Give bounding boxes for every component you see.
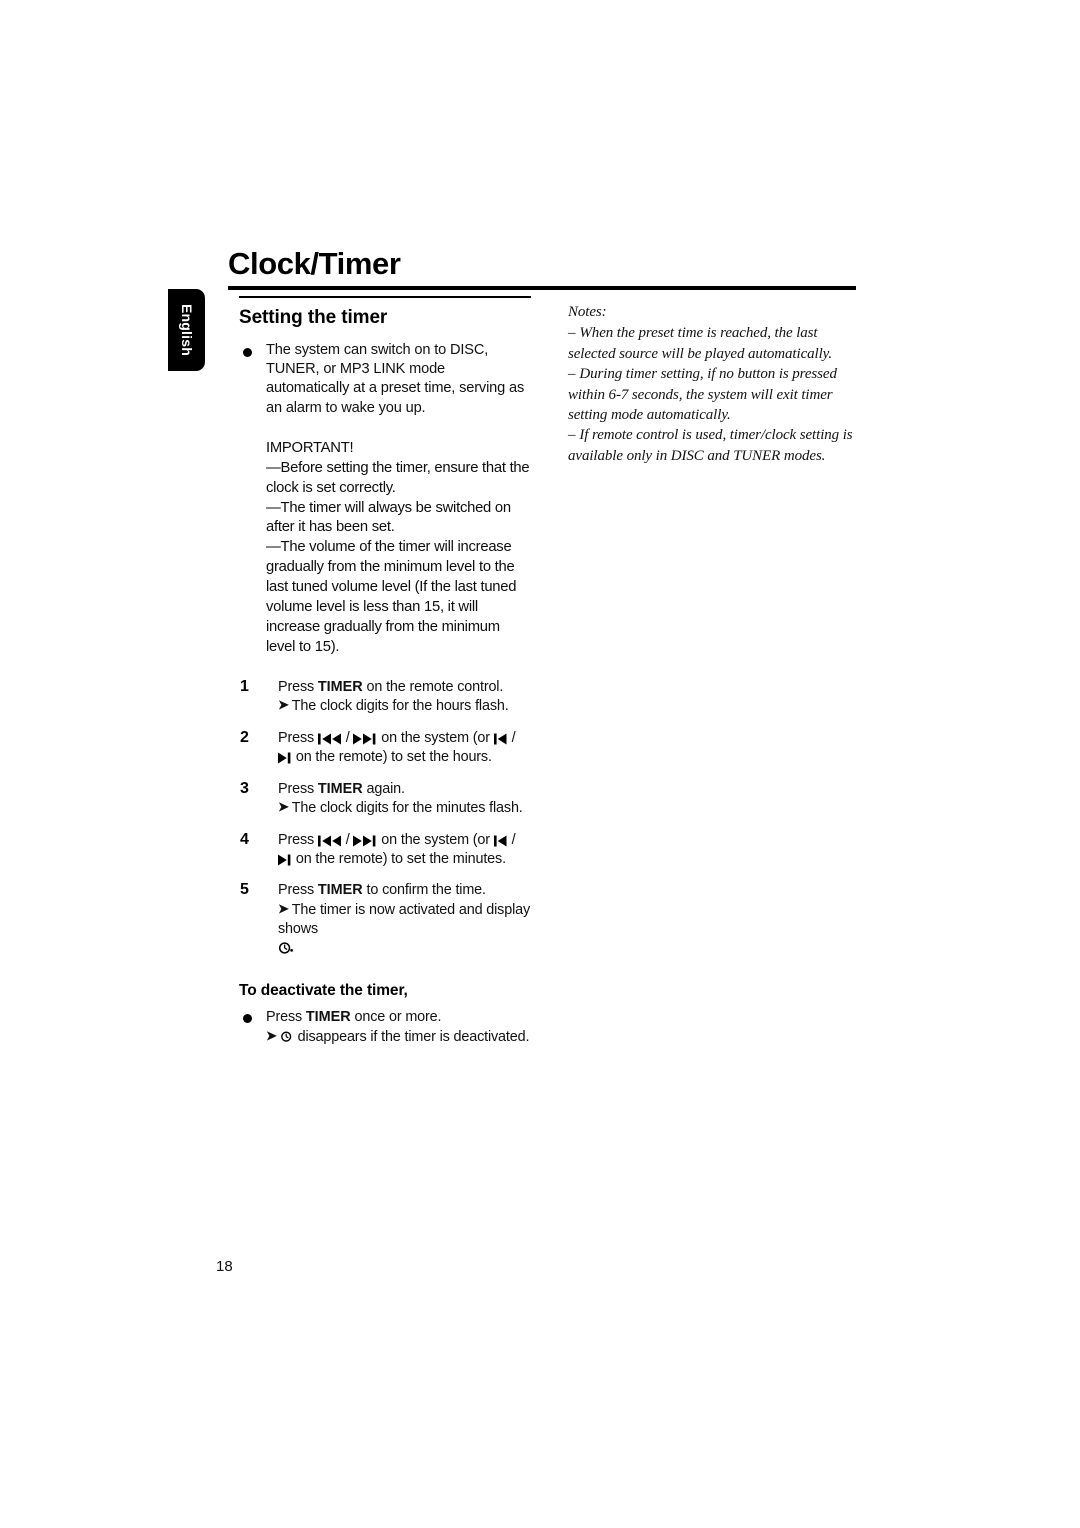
- page-number: 18: [216, 1258, 233, 1275]
- left-column: Setting the timer The system can switch …: [239, 296, 531, 1049]
- step-4-number: 4: [240, 831, 249, 848]
- steps-list: 1 Press TIMER on the remote control. ➤ Th…: [239, 678, 531, 961]
- step-5-number: 5: [240, 881, 249, 899]
- bullet-dot-icon: [243, 347, 252, 357]
- note-1-text: When the preset time is reached, the las…: [568, 325, 833, 362]
- next-track-remote-icon: [278, 749, 292, 767]
- step-1-result-line: ➤ The clock digits for the hours flash.: [278, 697, 531, 716]
- step-3-pre: Press: [278, 780, 318, 797]
- note-2-text: During timer setting, if no button is pr…: [568, 366, 837, 423]
- step-2-sep: /: [341, 730, 354, 747]
- section-divider: [239, 296, 531, 298]
- step-3-number: 3: [240, 779, 249, 797]
- dash-icon: –: [568, 366, 576, 383]
- deactivate-heading: To deactivate the timer,: [239, 982, 408, 1000]
- important-label: IMPORTANT!: [266, 439, 354, 456]
- important-line-3: —The volume of the timer will increase g…: [266, 539, 517, 655]
- language-tab: English: [168, 289, 205, 371]
- note-3-text: If remote control is used, timer/clock s…: [568, 427, 853, 464]
- deactivate-result-line: ➤ disappears if the timer is deactivated…: [266, 1028, 531, 1049]
- arrow-icon: ➤: [278, 799, 289, 815]
- deactivate-bold: TIMER: [305, 1009, 351, 1026]
- timer-clock-icon: [280, 1030, 294, 1049]
- step-4-text: Press / on the system (or / on the remot…: [278, 831, 531, 868]
- language-tab-label: English: [178, 304, 195, 356]
- step-1-post: on the remote control.: [362, 678, 504, 695]
- step-5-post: to confirm the time.: [362, 882, 487, 899]
- step-5-bold: TIMER: [317, 882, 363, 899]
- deactivate-pre: Press: [266, 1009, 306, 1026]
- step-3-result-line: ➤ The clock digits for the minutes flash.: [278, 799, 531, 818]
- prev-track-remote-icon: [493, 832, 508, 850]
- manual-page: Clock/Timer English Setting the timer Th…: [0, 0, 1080, 1528]
- dash-icon: –: [568, 325, 576, 342]
- deactivate-row: Press TIMER once or more. ➤ disappears i…: [239, 1008, 531, 1048]
- note-item: – During timer setting, if no button is p…: [568, 364, 860, 425]
- timer-clock-icon: [278, 941, 294, 961]
- step-2-mid: on the system (or: [377, 730, 494, 747]
- step-4-sep: /: [341, 832, 354, 848]
- note-item: – If remote control is used, timer/clock …: [568, 425, 860, 466]
- next-track-icon: [353, 832, 377, 850]
- step-3-text: Press TIMER again. ➤ The clock digits for…: [278, 780, 531, 818]
- step-2-text: Press / on the system (or / on the remot…: [278, 729, 531, 766]
- dash-icon: –: [568, 427, 576, 444]
- step-1-pre: Press: [278, 678, 318, 695]
- step-1-bold: TIMER: [317, 678, 363, 695]
- arrow-icon: ➤: [266, 1028, 277, 1044]
- deactivate-result: disappears if the timer is deactivated.: [293, 1029, 530, 1046]
- arrow-icon: ➤: [278, 901, 289, 917]
- prev-track-icon: [317, 832, 342, 850]
- important-block: IMPORTANT! —Before setting the timer, en…: [239, 439, 531, 658]
- step-4-pre: Press: [278, 832, 318, 848]
- step-4-mid: on the system (or: [377, 832, 494, 848]
- note-item: – When the preset time is reached, the la…: [568, 323, 860, 364]
- step-3-post: again.: [362, 780, 405, 797]
- intro-bullet-text: The system can switch on to DISC, TUNER,…: [266, 341, 525, 416]
- section-heading: Setting the timer: [239, 307, 388, 328]
- step-5-text: Press TIMER to confirm the time. ➤ The ti…: [278, 881, 531, 960]
- step-5-result: The timer is now activated and display s…: [278, 902, 531, 937]
- next-track-remote-icon: [278, 851, 292, 869]
- step-5: 5 Press TIMER to confirm the time. ➤ The …: [239, 881, 531, 960]
- arrow-icon: ➤: [278, 697, 289, 713]
- notes-block: Notes: – When the preset time is reached,…: [568, 302, 860, 466]
- prev-track-icon: [317, 730, 342, 748]
- step-1-number: 1: [240, 677, 249, 695]
- step-5-pre: Press: [278, 882, 318, 899]
- step-2-pre: Press: [278, 730, 318, 747]
- intro-bullet-row: The system can switch on to DISC, TUNER,…: [239, 341, 531, 418]
- step-5-result-line: ➤ The timer is now activated and display …: [278, 901, 531, 938]
- page-title: Clock/Timer: [228, 246, 401, 281]
- step-1-text: Press TIMER on the remote control. ➤ The …: [278, 678, 531, 716]
- step-2-sep2: /: [507, 730, 516, 747]
- bullet-dot-icon: [243, 1014, 252, 1024]
- prev-track-remote-icon: [493, 730, 508, 748]
- step-3: 3 Press TIMER again. ➤ The clock digits f…: [239, 780, 531, 818]
- step-4-sep2: /: [507, 832, 516, 848]
- step-2-number: 2: [240, 729, 249, 747]
- step-3-bold: TIMER: [317, 780, 363, 797]
- notes-label: Notes:: [568, 304, 607, 320]
- step-2: 2 Press / on the system (or / on the rem…: [239, 729, 531, 766]
- important-line-2: —The timer will always be switched on af…: [266, 499, 511, 536]
- next-track-icon: [353, 730, 377, 748]
- step-4-post: on the remote) to set the minutes.: [292, 850, 506, 867]
- step-3-result: The clock digits for the minutes flash.: [291, 800, 523, 817]
- important-line-1: —Before setting the timer, ensure that t…: [266, 459, 530, 496]
- title-divider: [228, 286, 856, 290]
- step-1: 1 Press TIMER on the remote control. ➤ Th…: [239, 678, 531, 716]
- step-5-display-icon-line: [278, 940, 531, 961]
- right-column: Notes: – When the preset time is reached,…: [568, 302, 860, 466]
- step-1-result: The clock digits for the hours flash.: [291, 698, 509, 715]
- step-2-post: on the remote) to set the hours.: [292, 748, 492, 765]
- step-4: 4 Press / on the system (or / on the rem…: [239, 831, 531, 868]
- deactivate-text: Press TIMER once or more. ➤ disappears i…: [266, 1008, 531, 1048]
- deactivate-post: once or more.: [350, 1009, 442, 1026]
